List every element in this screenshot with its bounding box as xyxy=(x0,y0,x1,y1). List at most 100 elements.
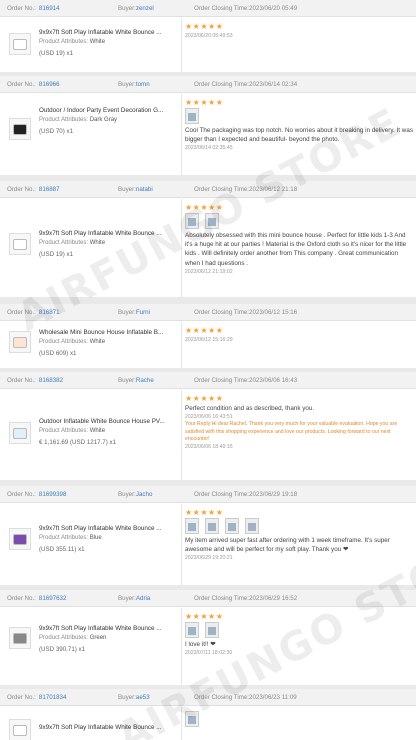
product-info: 9x9x7ft Soft Play Inflatable White Bounc… xyxy=(39,723,174,732)
order-no-link[interactable]: 816887 xyxy=(39,186,60,193)
buyer-label: Buyer:Adria xyxy=(118,595,151,602)
review-images xyxy=(185,622,413,640)
order-no-link[interactable]: 81701834 xyxy=(39,694,67,701)
photo-icon xyxy=(208,627,216,635)
review-photo[interactable] xyxy=(185,108,199,124)
review-photo[interactable] xyxy=(245,518,259,534)
review-photo[interactable] xyxy=(185,622,199,638)
review-photo[interactable] xyxy=(205,622,219,638)
review-date: 2023/06/12 21:19:02 xyxy=(185,268,233,275)
product-thumbnail[interactable] xyxy=(9,33,31,55)
order-closing-time: Order Closing Time:2023/06/12 15:16 xyxy=(194,309,298,316)
buyer-name-link[interactable]: Adria xyxy=(136,595,150,602)
photo-icon xyxy=(188,716,196,724)
buyer-name-link[interactable]: ae53 xyxy=(136,694,150,701)
product-name-link[interactable]: 9x9x7ft Soft Play Inflatable White Bounc… xyxy=(39,624,174,633)
product-thumbnail[interactable] xyxy=(9,118,31,140)
review-photo[interactable] xyxy=(185,518,199,534)
product-info: Wholesale Mini Bounce House Inflatable B… xyxy=(39,328,174,359)
review-photo[interactable] xyxy=(225,518,239,534)
attribute-value: Blue xyxy=(89,535,102,541)
star-rating: ★★★★★ xyxy=(185,508,224,517)
buyer-name-link[interactable]: zenzel xyxy=(136,5,154,12)
product-attributes: Product Attributes: Blue xyxy=(39,535,102,541)
bounce-house-icon xyxy=(13,39,27,50)
order-header: Order No.: 8168382 Buyer:Rache Order Closin… xyxy=(0,372,416,389)
product-name-link[interactable]: 9x9x7ft Soft Play Inflatable White Bounc… xyxy=(39,524,174,533)
buyer-label: Buyer:ae53 xyxy=(118,694,150,701)
product-name-link[interactable]: Outdoor Inflatable White Bounce House PV… xyxy=(39,417,174,426)
order-no-link[interactable]: 81697632 xyxy=(39,595,67,602)
product-thumbnail[interactable] xyxy=(9,233,31,255)
column-divider xyxy=(181,707,182,740)
buyer-name-link[interactable]: Furni xyxy=(136,309,150,316)
review-date: 2023/06/12 15:16:29 xyxy=(185,337,233,343)
review-photo[interactable] xyxy=(205,213,219,229)
photo-icon xyxy=(188,218,196,226)
review-photo[interactable] xyxy=(205,518,219,534)
review-text: Perfect condition and as described, than… xyxy=(185,405,315,412)
star-rating: ★★★★★ xyxy=(185,22,224,31)
product-info: 9x9x7ft Soft Play Inflatable White Bounc… xyxy=(39,28,174,59)
column-divider xyxy=(181,322,182,368)
star-rating: ★★★★★ xyxy=(185,394,224,403)
order-no-link[interactable]: 81699398 xyxy=(39,491,67,498)
product-name-link[interactable]: 9x9x7ft Soft Play Inflatable White Bounc… xyxy=(39,28,174,37)
order-no-link[interactable]: 816871 xyxy=(39,309,60,316)
order-no-link[interactable]: 816914 xyxy=(39,5,60,12)
buyer-name-link[interactable]: natabi xyxy=(136,186,153,193)
order-header: Order No.: 816871 Buyer:Furni Order Closing… xyxy=(0,304,416,321)
photo-icon xyxy=(228,523,236,531)
order-no-label: Order No.: 81699398 xyxy=(7,491,67,498)
buyer-name-link[interactable]: Jacho xyxy=(136,491,153,498)
order-header: Order No.: 816966 Buyer:tomn Order Closing … xyxy=(0,76,416,93)
product-thumbnail[interactable] xyxy=(9,719,31,740)
order-card: Order No.: 81699398 Buyer:Jacho Order Closi… xyxy=(0,486,416,585)
product-thumbnail[interactable] xyxy=(9,331,31,353)
review-block: ★★★★★ 2023/06/20 05:49:53 xyxy=(185,22,413,40)
product-name-link[interactable]: 9x9x7ft Soft Play Inflatable White Bounc… xyxy=(39,723,174,732)
product-name-link[interactable]: Outdoor / Indoor Party Event Decoration … xyxy=(39,106,174,115)
product-price: (USD 609) x1 xyxy=(39,350,77,357)
order-no-label: Order No.: 81697632 xyxy=(7,595,67,602)
attribute-value: Dark Gray xyxy=(89,117,118,123)
order-closing-time: Order Closing Time:2023/06/29 16:52 xyxy=(194,595,298,602)
column-divider xyxy=(181,390,182,480)
review-photo[interactable] xyxy=(185,711,199,727)
product-name-link[interactable]: 9x9x7ft Soft Play Inflatable White Bounc… xyxy=(39,229,174,238)
product-thumbnail[interactable] xyxy=(9,422,31,444)
product-info: 9x9x7ft Soft Play Inflatable White Bounc… xyxy=(39,624,174,655)
order-no-label: Order No.: 816966 xyxy=(7,81,60,88)
product-price: (USD 19) x1 xyxy=(39,50,74,57)
buyer-label: Buyer:zenzel xyxy=(118,5,154,12)
buyer-name-link[interactable]: Rache xyxy=(136,377,154,384)
product-thumbnail[interactable] xyxy=(9,528,31,550)
column-divider xyxy=(181,94,182,175)
order-card: Order No.: 81697632 Buyer:Adria Order Closi… xyxy=(0,590,416,685)
buyer-label: Buyer:tomn xyxy=(118,81,150,88)
order-no-link[interactable]: 816966 xyxy=(39,81,60,88)
column-divider xyxy=(181,608,182,685)
order-no-label: Order No.: 816887 xyxy=(7,186,60,193)
order-header: Order No.: 81697632 Buyer:Adria Order Closi… xyxy=(0,590,416,607)
product-price: (USD 390.71) x1 xyxy=(39,646,86,653)
product-name-link[interactable]: Wholesale Mini Bounce House Inflatable B… xyxy=(39,328,174,337)
product-attributes: Product Attributes: White xyxy=(39,240,106,246)
reply-date: 2023/06/06 18:49:15 xyxy=(185,444,233,451)
attribute-value: White xyxy=(89,240,106,246)
review-images xyxy=(185,108,413,126)
order-no-label: Order No.: 816914 xyxy=(7,5,60,12)
review-block: ★★★★★ Perfect condition and as described,… xyxy=(185,394,413,451)
review-text: Absolutely obsessed with this mini bounc… xyxy=(185,232,407,267)
order-card: Order No.: 81701834 Buyer:ae53 Order Closin… xyxy=(0,689,416,740)
bounce-house-icon xyxy=(13,534,27,545)
product-price: (USD 355.11) x1 xyxy=(39,546,85,553)
product-thumbnail[interactable] xyxy=(9,627,31,649)
order-no-link[interactable]: 8168382 xyxy=(39,377,63,384)
review-date: 2023/07/11 18:02:30 xyxy=(185,650,233,657)
column-divider xyxy=(181,18,182,72)
buyer-name-link[interactable]: tomn xyxy=(136,81,150,88)
review-photo[interactable] xyxy=(185,213,199,229)
buyer-label: Buyer:natabi xyxy=(118,186,153,193)
buyer-label: Buyer:Rache xyxy=(118,377,154,384)
